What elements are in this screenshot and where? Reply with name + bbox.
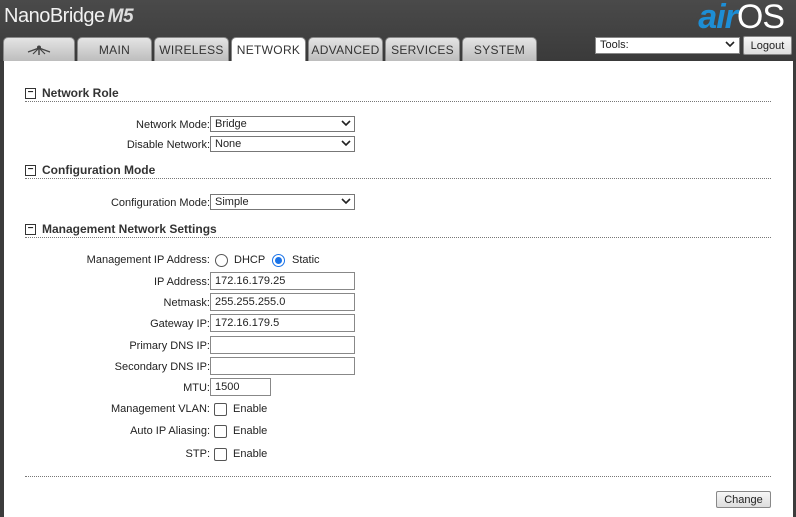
change-button[interactable]: Change — [716, 491, 771, 508]
divider — [25, 476, 771, 477]
management-vlan-enable-label: Enable — [233, 403, 268, 415]
product-brand: NanoBridge M5 — [4, 5, 134, 28]
netmask-input[interactable]: 255.255.255.0 — [210, 293, 355, 311]
collapse-icon[interactable]: − — [25, 88, 36, 99]
primary-dns-input[interactable] — [210, 336, 355, 354]
tab-system[interactable]: SYSTEM — [462, 37, 537, 61]
management-vlan-label: Management VLAN: — [110, 403, 210, 415]
mtu-input[interactable]: 1500 — [210, 378, 271, 396]
tab-advanced[interactable]: ADVANCED — [308, 37, 383, 61]
stp-label: STP: — [185, 448, 210, 460]
section-network-role: − Network Role — [25, 86, 771, 102]
section-title: Management Network Settings — [42, 222, 217, 236]
collapse-icon[interactable]: − — [25, 165, 36, 176]
auto-ip-aliasing-label: Auto IP Aliasing: — [130, 425, 210, 437]
static-label: Static — [292, 254, 320, 266]
tab-services[interactable]: SERVICES — [385, 37, 460, 61]
network-mode-select[interactable]: Bridge — [210, 116, 355, 132]
chevron-down-icon — [725, 39, 735, 52]
auto-ip-aliasing-enable-label: Enable — [233, 425, 268, 437]
product-name: NanoBridge — [4, 5, 105, 27]
gateway-ip-input[interactable]: 172.16.179.5 — [210, 314, 355, 332]
tab-network[interactable]: NETWORK — [231, 37, 306, 62]
auto-ip-aliasing-checkbox[interactable] — [214, 425, 227, 438]
chevron-down-icon — [341, 118, 351, 131]
disable-network-label: Disable Network: — [126, 139, 210, 151]
chevron-down-icon — [341, 138, 351, 151]
network-mode-label: Network Mode: — [136, 119, 210, 131]
airos-logo: airOS — [698, 0, 785, 36]
tab-main[interactable]: MAIN — [77, 37, 152, 61]
stp-checkbox[interactable] — [214, 448, 227, 461]
ip-address-label: IP Address: — [153, 276, 210, 288]
dhcp-radio[interactable] — [215, 254, 228, 267]
configuration-mode-select[interactable]: Simple — [210, 194, 355, 210]
secondary-dns-input[interactable] — [210, 357, 355, 375]
management-ip-label: Management IP Address: — [86, 254, 210, 266]
netmask-label: Netmask: — [163, 297, 210, 309]
configuration-mode-label: Configuration Mode: — [110, 197, 210, 209]
primary-dns-label: Primary DNS IP: — [129, 340, 210, 352]
tools-select[interactable]: Tools: — [595, 37, 740, 54]
dhcp-label: DHCP — [234, 254, 266, 266]
ip-address-input[interactable]: 172.16.179.25 — [210, 272, 355, 290]
collapse-icon[interactable]: − — [25, 224, 36, 235]
stp-enable-label: Enable — [233, 448, 268, 460]
tab-wireless[interactable]: WIRELESS — [154, 37, 229, 61]
section-management-network: − Management Network Settings — [25, 222, 771, 238]
header-bar: NanoBridge M5 airOS MAIN WIRELESS NETWORK… — [0, 0, 796, 62]
tab-ubiquiti-logo[interactable] — [3, 37, 75, 61]
ubiquiti-antenna-icon — [27, 45, 51, 55]
management-vlan-checkbox[interactable] — [214, 403, 227, 416]
main-tabs: MAIN WIRELESS NETWORK ADVANCED SERVICES … — [3, 37, 539, 62]
secondary-dns-label: Secondary DNS IP: — [114, 361, 210, 373]
mtu-label: MTU: — [183, 382, 210, 394]
product-model: M5 — [107, 6, 134, 27]
section-configuration-mode: − Configuration Mode — [25, 163, 771, 179]
logout-button[interactable]: Logout — [743, 36, 792, 55]
network-settings-panel: − Network Role Network Mode: Bridge Disa… — [4, 61, 793, 517]
disable-network-select[interactable]: None — [210, 136, 355, 152]
section-title: Configuration Mode — [42, 163, 156, 177]
section-title: Network Role — [42, 86, 119, 100]
static-radio[interactable] — [272, 254, 285, 267]
chevron-down-icon — [341, 196, 351, 209]
gateway-ip-label: Gateway IP: — [150, 318, 210, 330]
